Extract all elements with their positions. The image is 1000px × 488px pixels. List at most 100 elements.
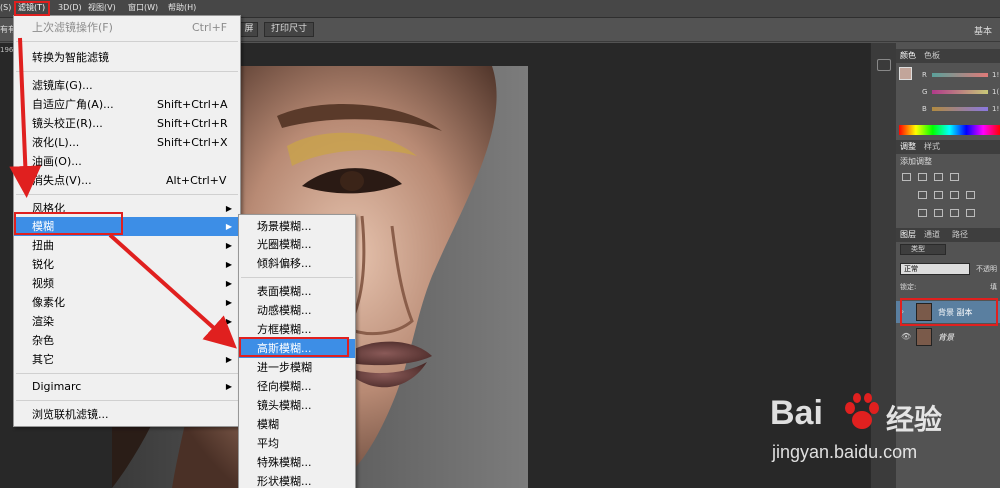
- curves-icon[interactable]: [934, 173, 943, 181]
- submenu-arrow-icon: ▶: [225, 298, 232, 307]
- menu-item-vanishing-point[interactable]: 消失点(V)... Alt+Ctrl+V: [14, 171, 240, 190]
- menu-item-filter-gallery[interactable]: 滤镜库(G)...: [14, 76, 240, 95]
- menu-item-video[interactable]: 视频 ▶: [14, 274, 240, 293]
- menu-item-pixelate[interactable]: 像素化 ▶: [14, 293, 240, 312]
- layer-name[interactable]: 背景: [938, 332, 954, 343]
- tab-color[interactable]: 颜色: [900, 51, 916, 61]
- submenu-arrow-icon: ▶: [225, 317, 232, 326]
- invert-icon[interactable]: [918, 209, 927, 217]
- menu-item-lens-correction[interactable]: 镜头校正(R)... Shift+Ctrl+R: [14, 114, 240, 133]
- annotation-box-gaussian-blur: [239, 337, 349, 357]
- submenu-arrow-icon: ▶: [225, 355, 232, 364]
- document-tab[interactable]: 196: [0, 46, 13, 54]
- black-white-icon[interactable]: [950, 191, 959, 199]
- menu-item-adaptive-wide-angle[interactable]: 自适应广角(A)... Shift+Ctrl+A: [14, 95, 240, 114]
- menu-item-lens-blur[interactable]: 镜头模糊...: [239, 396, 355, 415]
- submenu-arrow-icon: ▶: [225, 260, 232, 269]
- menu-item-blur[interactable]: 模糊: [239, 415, 355, 434]
- tab-adjustments[interactable]: 调整: [900, 142, 916, 152]
- color-balance-icon[interactable]: [934, 191, 943, 199]
- menu-item-radial-blur[interactable]: 径向模糊...: [239, 377, 355, 396]
- menu-item-smart-blur[interactable]: 特殊模糊...: [239, 453, 355, 472]
- paw-icon: [845, 393, 879, 429]
- menu-item-blur-more[interactable]: 进一步模糊: [239, 358, 355, 377]
- submenu-arrow-icon: ▶: [225, 336, 232, 345]
- menu-separator: [241, 277, 353, 278]
- slider-r-label: R: [922, 71, 927, 79]
- layer-thumbnail: [916, 328, 932, 346]
- posterize-icon[interactable]: [934, 209, 943, 217]
- workspace-label[interactable]: 基本: [974, 24, 992, 37]
- history-icon[interactable]: [877, 59, 891, 71]
- menu-item-sharpen[interactable]: 锐化 ▶: [14, 255, 240, 274]
- menu-item-digimarc[interactable]: Digimarc ▶: [14, 377, 240, 396]
- menu-item-last-filter[interactable]: 上次滤镜操作(F) Ctrl+F: [14, 18, 240, 37]
- tab-styles[interactable]: 样式: [924, 142, 940, 152]
- submenu-arrow-icon: ▶: [225, 382, 232, 391]
- baidu-watermark: Bai 经验 jingyan.baidu.com: [770, 378, 1000, 488]
- menu-item-field-blur[interactable]: 场景模糊...: [239, 217, 355, 236]
- menu-window[interactable]: 窗口(W): [128, 3, 158, 13]
- menu-item-noise[interactable]: 杂色 ▶: [14, 331, 240, 350]
- photo-filter-icon[interactable]: [966, 191, 975, 199]
- menu-help[interactable]: 帮助(H): [168, 3, 196, 13]
- menu-item-liquify[interactable]: 液化(L)... Shift+Ctrl+X: [14, 133, 240, 152]
- add-adjustment-label: 添加调整: [900, 157, 932, 166]
- lock-label: 锁定:: [900, 283, 917, 291]
- gradient-map-icon[interactable]: [966, 209, 975, 217]
- hue-saturation-icon[interactable]: [918, 191, 927, 199]
- menu-item-average[interactable]: 平均: [239, 434, 355, 453]
- opacity-label: 不透明: [976, 265, 997, 273]
- watermark-url: jingyan.baidu.com: [772, 442, 918, 462]
- layer-filter-kind[interactable]: 类型: [900, 244, 946, 255]
- menu-item-render[interactable]: 渲染 ▶: [14, 312, 240, 331]
- levels-icon[interactable]: [918, 173, 927, 181]
- threshold-icon[interactable]: [950, 209, 959, 217]
- submenu-arrow-icon: ▶: [225, 222, 232, 231]
- menu-item-surface-blur[interactable]: 表面模糊...: [239, 282, 355, 301]
- watermark-brand-suffix: 经验: [886, 403, 943, 436]
- slider-b[interactable]: [932, 107, 988, 111]
- print-size-button[interactable]: 打印尺寸: [264, 22, 314, 37]
- tab-swatches[interactable]: 色板: [924, 51, 940, 61]
- tab-paths[interactable]: 路径: [952, 230, 968, 240]
- menu-item-oil-paint[interactable]: 油画(O)...: [14, 152, 240, 171]
- slider-r-value[interactable]: 1!: [992, 71, 999, 79]
- menu-item-other[interactable]: 其它 ▶: [14, 350, 240, 369]
- tab-channels[interactable]: 通道: [924, 230, 940, 240]
- layer-row-background[interactable]: 👁 背景: [896, 326, 1000, 348]
- fill-screen-button[interactable]: 屏: [240, 22, 258, 37]
- color-spectrum[interactable]: [899, 125, 1000, 135]
- annotation-box-layer-copy: [900, 298, 998, 326]
- watermark-brand: Bai: [770, 394, 823, 432]
- menu-separator: [16, 373, 238, 374]
- layers-panel-tabs: 图层 通道 路径: [896, 228, 1000, 242]
- slider-r[interactable]: [932, 73, 988, 77]
- menu-3d[interactable]: 3D(D): [58, 3, 82, 13]
- menu-item-motion-blur[interactable]: 动感模糊...: [239, 301, 355, 320]
- adjust-panel-tabs: 调整 样式: [896, 140, 1000, 154]
- visibility-eye-icon[interactable]: 👁: [901, 332, 911, 341]
- exposure-icon[interactable]: [950, 173, 959, 181]
- tab-layers[interactable]: 图层: [900, 230, 916, 240]
- slider-g-value[interactable]: 1(: [992, 88, 999, 96]
- slider-g-label: G: [922, 88, 928, 96]
- foreground-color-swatch[interactable]: [899, 67, 912, 80]
- menu-view[interactable]: 视图(V): [88, 3, 116, 13]
- submenu-arrow-icon: ▶: [225, 241, 232, 250]
- menu-item-browse-filters-online[interactable]: 浏览联机滤镜...: [14, 405, 240, 424]
- submenu-arrow-icon: ▶: [225, 204, 232, 213]
- menu-item-iris-blur[interactable]: 光圈模糊...: [239, 235, 355, 254]
- blend-mode-select[interactable]: 正常: [900, 263, 970, 275]
- slider-g[interactable]: [932, 90, 988, 94]
- menu-item-shape-blur[interactable]: 形状模糊...: [239, 472, 355, 488]
- slider-b-value[interactable]: 1!: [992, 105, 999, 113]
- brightness-icon[interactable]: [902, 173, 911, 181]
- menu-select[interactable]: (S): [0, 3, 11, 13]
- menu-separator: [16, 400, 238, 401]
- menu-item-distort[interactable]: 扭曲 ▶: [14, 236, 240, 255]
- menu-separator: [16, 41, 238, 42]
- annotation-box-filter-menu: [14, 1, 50, 16]
- menu-item-convert-smart-filter[interactable]: 转换为智能滤镜: [14, 48, 240, 67]
- menu-item-tilt-shift[interactable]: 倾斜偏移...: [239, 254, 355, 273]
